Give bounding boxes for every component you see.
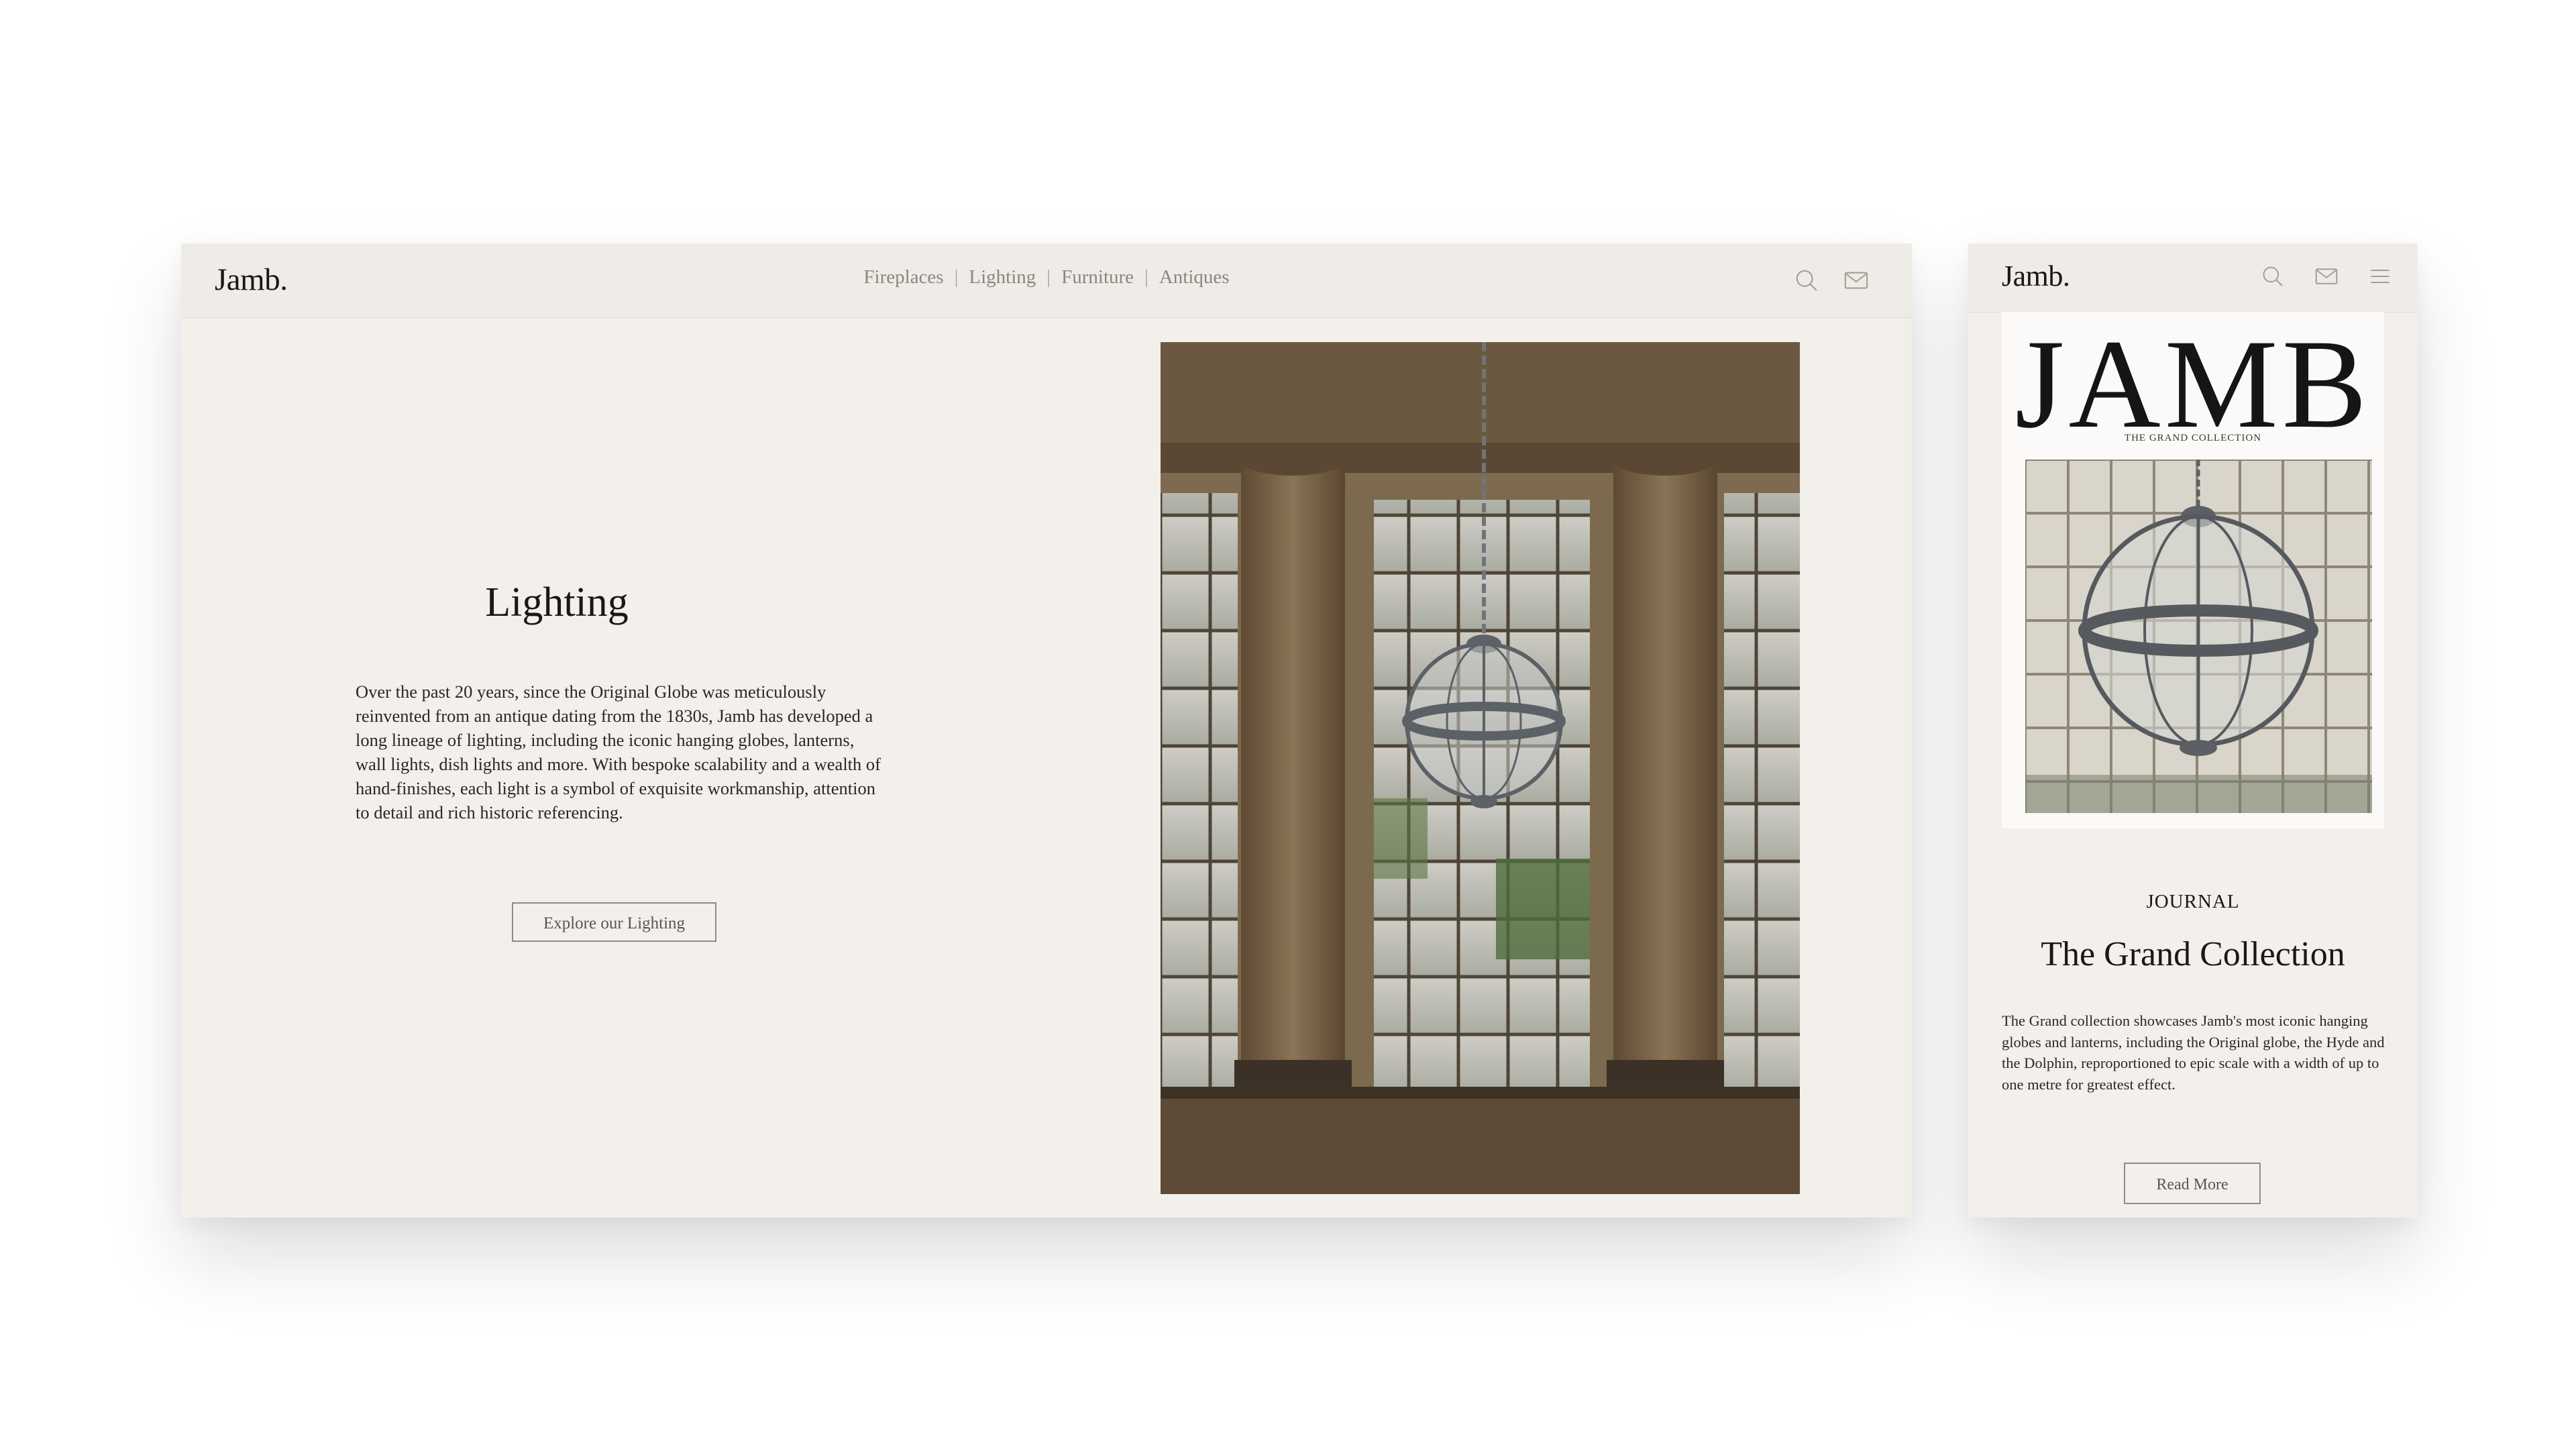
cover-title: JAMB xyxy=(2015,314,2371,455)
menu-icon[interactable] xyxy=(2368,264,2392,288)
catalogue-cover[interactable]: JAMB THE GRAND COLLECTION xyxy=(2002,312,2384,828)
nav-item-antiques[interactable]: Antiques xyxy=(1159,266,1230,288)
globe-lantern-photo xyxy=(1161,342,1800,1194)
article-description: The Grand collection showcases Jamb's mo… xyxy=(2002,1012,2385,1093)
nav-separator: | xyxy=(1144,266,1148,288)
cover-globe-image xyxy=(2025,460,2372,813)
journal-label: JOURNAL xyxy=(2146,891,2240,912)
nav-separator: | xyxy=(1046,266,1051,288)
explore-lighting-button[interactable]: Explore our Lighting xyxy=(512,902,716,942)
read-more-button[interactable]: Read More xyxy=(2124,1163,2261,1204)
article-title: The Grand Collection xyxy=(2041,935,2345,973)
nav-separator: | xyxy=(954,266,959,288)
site-logo[interactable]: Jamb. xyxy=(2002,259,2070,293)
desktop-mockup: Jamb. Fireplaces | Lighting | Furniture | Anti… xyxy=(181,244,1912,1218)
mobile-header: Jamb. xyxy=(1968,244,2418,313)
nav-item-lighting[interactable]: Lighting xyxy=(969,266,1036,288)
main-nav: Fireplaces | Lighting | Furniture | Antiques xyxy=(181,266,1912,288)
mail-icon[interactable] xyxy=(2314,264,2339,288)
header-icons xyxy=(2261,264,2392,288)
section-description: Over the past 20 years, since the Origin… xyxy=(356,682,881,822)
desktop-header: Jamb. Fireplaces | Lighting | Furniture | Anti… xyxy=(181,244,1912,318)
mobile-mockup: Jamb. JAMB THE GRAND COLLECTION JOURNAL … xyxy=(1968,244,2418,1218)
nav-item-fireplaces[interactable]: Fireplaces xyxy=(863,266,943,288)
mail-icon[interactable] xyxy=(1843,268,1869,293)
section-title: Lighting xyxy=(485,580,629,625)
search-icon[interactable] xyxy=(2261,264,2285,288)
nav-item-furniture[interactable]: Furniture xyxy=(1061,266,1134,288)
header-icons xyxy=(1794,268,1869,293)
search-icon[interactable] xyxy=(1794,268,1819,293)
cover-subtitle: THE GRAND COLLECTION xyxy=(2124,433,2262,443)
